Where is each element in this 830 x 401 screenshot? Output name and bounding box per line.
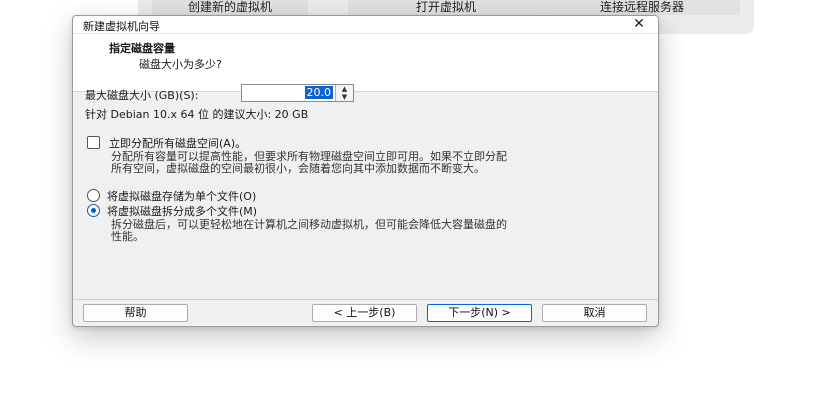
new-vm-wizard-dialog: 新建虚拟机向导 ✕ 指定磁盘容量 磁盘大小为多少? 最大磁盘大小 (GB)(S)… (72, 15, 659, 327)
single-file-label[interactable]: 将虚拟磁盘存储为单个文件(O) (107, 188, 256, 204)
header-title: 指定磁盘容量 (109, 42, 175, 55)
connect-server-button[interactable]: 连接远程服务器 (544, 0, 740, 15)
multi-file-label[interactable]: 将虚拟磁盘拆分成多个文件(M) (107, 203, 257, 219)
multi-file-radio[interactable] (87, 204, 100, 217)
header-subtitle: 磁盘大小为多少? (139, 58, 222, 71)
wizard-header: 指定磁盘容量 磁盘大小为多少? (73, 34, 658, 92)
help-button[interactable]: 帮助 (83, 304, 188, 322)
spin-arrows[interactable]: ▲ ▼ (335, 85, 353, 101)
next-button[interactable]: 下一步(N) > (427, 304, 532, 322)
connect-server-label: 连接远程服务器 (599, 0, 684, 14)
max-disk-size-label: 最大磁盘大小 (GB)(S): (85, 89, 199, 102)
dialog-title: 新建虚拟机向导 (83, 20, 160, 33)
footer-divider (73, 299, 658, 300)
allocate-desc-line2: 所有空间，虚拟磁盘的空间最初很小，会随着您向其中添加数据而不断变大。 (111, 162, 485, 175)
multi-desc-line2: 性能。 (111, 230, 144, 243)
spin-up-icon[interactable]: ▲ (336, 85, 353, 93)
single-file-radio[interactable] (87, 189, 100, 202)
cancel-button[interactable]: 取消 (542, 304, 647, 322)
create-vm-label: 创建新的虚拟机 (187, 0, 272, 14)
spin-down-icon[interactable]: ▼ (336, 93, 353, 101)
allocate-all-checkbox[interactable] (87, 136, 100, 149)
open-vm-button[interactable]: 打开虚拟机 (348, 0, 544, 15)
dialog-titlebar[interactable]: 新建虚拟机向导 ✕ (73, 16, 658, 34)
create-vm-button[interactable]: 创建新的虚拟机 (152, 0, 308, 15)
back-button[interactable]: < 上一步(B) (312, 304, 417, 322)
multi-desc-line1: 拆分磁盘后，可以更轻松地在计算机之间移动虚拟机，但可能会降低大容量磁盘的 (111, 218, 507, 231)
disk-size-value[interactable]: 20.0 (304, 86, 333, 99)
disk-size-spinbox[interactable]: 20.0 ▲ ▼ (241, 84, 354, 102)
recommended-size-text: 针对 Debian 10.x 64 位 的建议大小: 20 GB (85, 108, 309, 121)
allocate-all-label[interactable]: 立即分配所有磁盘空间(A)。 (109, 135, 246, 151)
close-icon[interactable]: ✕ (630, 16, 648, 33)
open-vm-label: 打开虚拟机 (415, 0, 476, 14)
